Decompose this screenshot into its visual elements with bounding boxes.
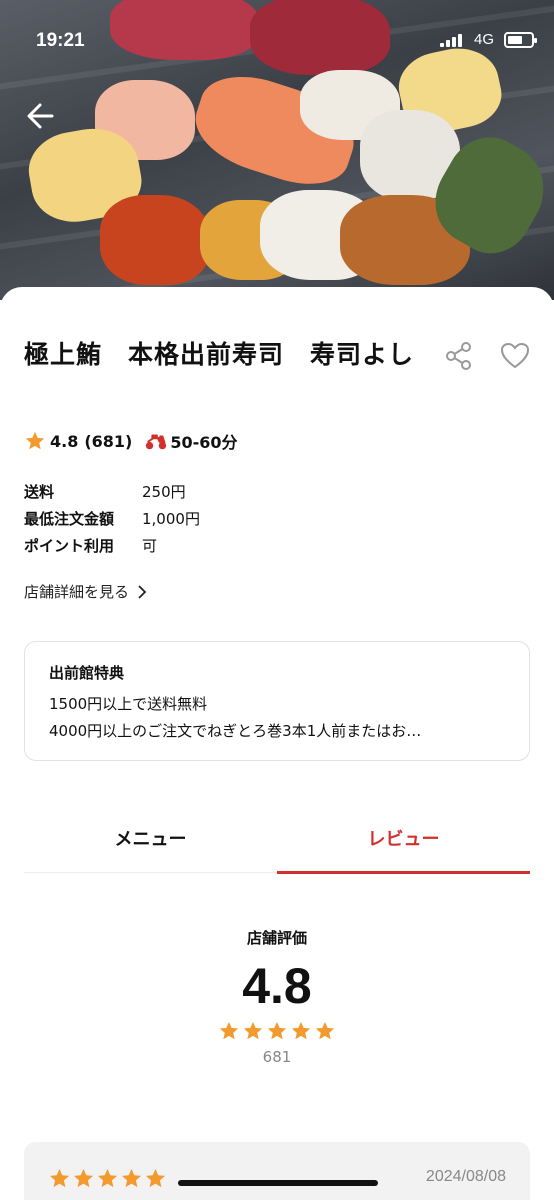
fee-value: 1,000円 <box>142 510 200 528</box>
rating-summary: 店舗評価 4.8 681 <box>0 927 554 1066</box>
star-icon <box>49 1168 70 1188</box>
store-name: 極上鮪 本格出前寿司 寿司よし <box>24 340 415 369</box>
store-review-count: (681) <box>84 431 133 451</box>
review-card[interactable]: 2024/08/08 <box>24 1142 530 1200</box>
fee-label: 最低注文金額 <box>24 510 115 528</box>
rating-value: 4.8 <box>242 958 312 1014</box>
star-icon <box>219 1021 239 1040</box>
share-icon[interactable] <box>442 339 476 373</box>
redacted-bar <box>178 1180 378 1186</box>
star-icon <box>25 431 45 450</box>
store-meta: 4.8 (681) 50-60分 <box>24 429 238 453</box>
benefit-title: 出前館特典 <box>49 664 125 682</box>
fee-value: 可 <box>142 537 158 555</box>
star-icon <box>267 1021 287 1040</box>
rating-count: 681 <box>262 1048 292 1066</box>
store-detail-label: 店舗詳細を見る <box>24 583 130 601</box>
battery-icon <box>504 32 537 48</box>
status-bar: 19:21 4G <box>0 0 554 80</box>
tab-bar: メニュー レビュー <box>24 817 530 874</box>
store-sheet: 極上鮪 本格出前寿司 寿司よし 4.8 (681) 50-60分 送料 250円… <box>0 287 554 1200</box>
store-detail-link[interactable]: 店舗詳細を見る <box>24 581 149 602</box>
fee-row: ポイント利用 可 <box>24 533 200 560</box>
benefit-line: 4000円以上のご注文でねぎとろ巻3本1人前またはお… <box>49 722 422 740</box>
status-time: 19:21 <box>36 30 85 51</box>
delivery-time: 50-60分 <box>170 433 238 452</box>
review-date: 2024/08/08 <box>425 1168 506 1185</box>
fee-row: 最低注文金額 1,000円 <box>24 506 200 533</box>
star-icon <box>315 1021 335 1040</box>
star-icon <box>97 1168 118 1188</box>
fee-label: ポイント利用 <box>24 537 115 555</box>
scooter-icon <box>146 434 167 450</box>
star-icon <box>243 1021 263 1040</box>
rating-stars <box>0 1020 554 1042</box>
fee-value: 250円 <box>142 483 186 501</box>
review-stars <box>48 1167 167 1190</box>
fee-row: 送料 250円 <box>24 479 200 506</box>
benefit-line: 1500円以上で送料無料 <box>49 695 208 713</box>
hero-image: 19:21 4G <box>0 0 554 300</box>
heart-icon[interactable] <box>498 339 532 373</box>
star-icon <box>121 1168 142 1188</box>
signal-icon <box>440 33 466 47</box>
star-icon <box>73 1168 94 1188</box>
rating-label: 店舗評価 <box>246 929 307 947</box>
star-icon <box>145 1168 166 1188</box>
tab-menu[interactable]: メニュー <box>24 817 277 872</box>
network-label: 4G <box>474 31 495 48</box>
fee-list: 送料 250円 最低注文金額 1,000円 ポイント利用 可 <box>24 479 200 560</box>
benefit-card[interactable]: 出前館特典 1500円以上で送料無料 4000円以上のご注文でねぎとろ巻3本1人… <box>24 641 530 761</box>
chevron-right-icon <box>138 584 147 599</box>
tab-reviews[interactable]: レビュー <box>277 817 530 874</box>
star-icon <box>291 1021 311 1040</box>
back-arrow-icon[interactable] <box>22 96 62 136</box>
fee-label: 送料 <box>24 483 55 501</box>
store-rating: 4.8 <box>50 431 79 451</box>
